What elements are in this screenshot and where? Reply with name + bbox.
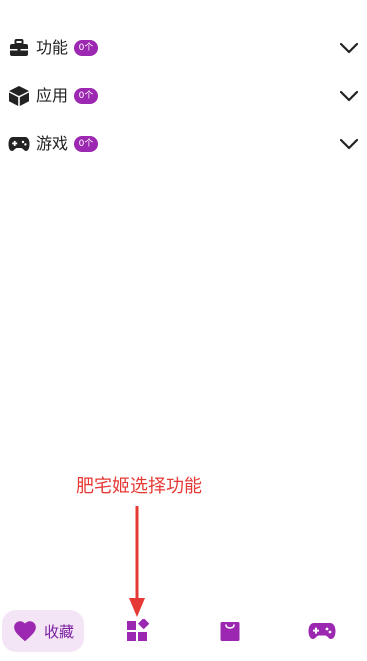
count-badge: 0个: [74, 88, 98, 104]
briefcase-icon: [8, 37, 30, 59]
category-list: 功能 0个 应用 0个 游戏 0个: [0, 24, 367, 168]
category-row-features[interactable]: 功能 0个: [0, 24, 367, 72]
shopping-bag-icon: [220, 622, 240, 641]
annotation-text: 肥宅姬选择功能: [76, 476, 202, 497]
category-label: 功能: [36, 38, 69, 57]
category-label: 游戏: [36, 134, 69, 153]
count-badge: 0个: [74, 136, 98, 152]
nav-games-button[interactable]: [307, 617, 337, 645]
nav-functions-button[interactable]: [122, 617, 152, 645]
category-row-apps[interactable]: 应用 0个: [0, 72, 367, 120]
nav-apps-button[interactable]: [215, 617, 245, 645]
nav-favorites-label: 收藏: [44, 622, 75, 641]
chevron-down-icon[interactable]: [339, 38, 359, 58]
chevron-down-icon[interactable]: [339, 86, 359, 106]
widgets-icon: [127, 619, 149, 641]
heart-icon: [14, 621, 36, 642]
cube-icon: [8, 85, 30, 107]
count-badge: 0个: [74, 40, 98, 56]
gamepad-icon: [8, 133, 30, 155]
gamepad-icon: [308, 623, 336, 639]
nav-favorites-button[interactable]: 收藏: [2, 610, 84, 652]
category-row-games[interactable]: 游戏 0个: [0, 120, 367, 168]
chevron-down-icon[interactable]: [339, 134, 359, 154]
category-label: 应用: [36, 86, 69, 105]
bottom-nav: 收藏: [0, 604, 367, 661]
annotation-arrow: [129, 506, 145, 617]
